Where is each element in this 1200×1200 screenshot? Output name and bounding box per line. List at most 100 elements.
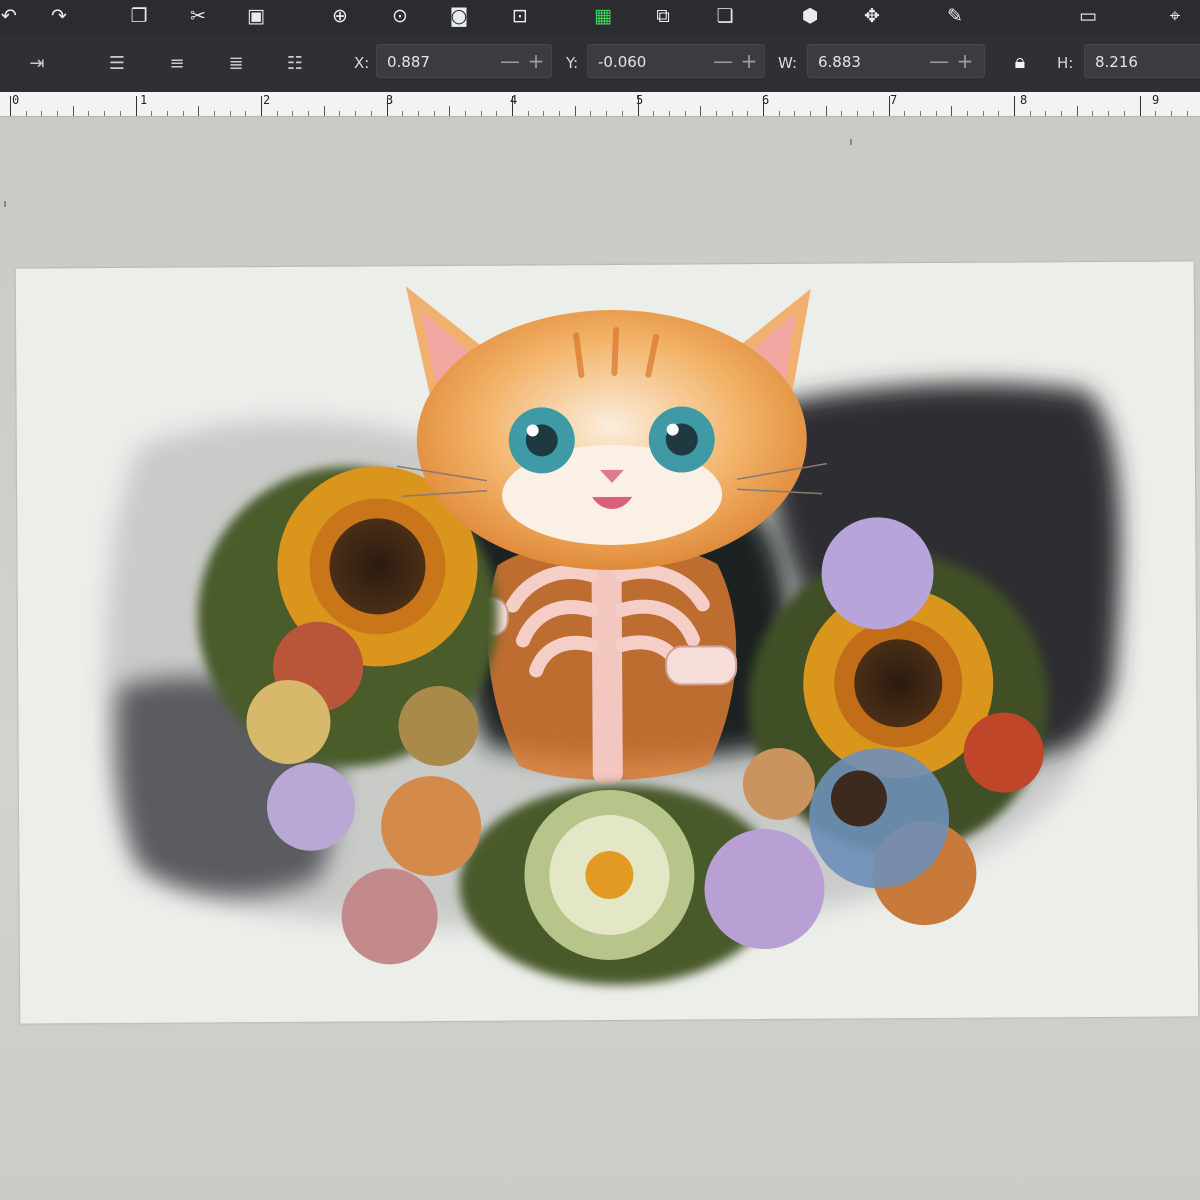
group-icon: ▦ xyxy=(594,4,612,27)
ruler-tick xyxy=(700,106,702,116)
ruler-tick xyxy=(935,111,937,116)
canvas-edge-mark xyxy=(4,201,6,207)
ruler-tick xyxy=(904,111,906,116)
toolbar-command[interactable]: ✎ xyxy=(940,2,970,30)
ruler-label: 7 xyxy=(890,93,898,107)
pen-icon: ✎ xyxy=(947,4,963,27)
ruler-tick xyxy=(339,111,341,116)
ruler-tick xyxy=(637,96,639,116)
toolbar-command[interactable]: ↷ xyxy=(44,2,74,30)
ruler-tick xyxy=(25,111,27,116)
text-icon: ▭ xyxy=(1079,4,1097,27)
ruler-tick xyxy=(261,96,262,116)
toolbar-command[interactable]: ⊡ xyxy=(505,2,535,30)
ruler-tick xyxy=(1014,96,1015,116)
ruler-tick xyxy=(684,111,686,116)
x-field: — + xyxy=(376,44,552,78)
toolbar-command[interactable]: ⊕ xyxy=(325,2,355,30)
w-input[interactable] xyxy=(816,50,920,74)
ruler-tick xyxy=(182,111,184,116)
command-bar: ↶ ↷ ❐ ✂ ▣ ⊕ ⊙ ◙ ⊡ ▦ ⧉ ❏ ⬢ ✥ ✎ ▭ ⌖ xyxy=(0,0,1200,35)
x-increment[interactable]: + xyxy=(525,49,547,73)
ruler-label: 0 xyxy=(12,93,20,107)
ruler-label: 8 xyxy=(1020,93,1028,107)
ruler-tick xyxy=(574,106,576,116)
lock-icon: 🔒︎ xyxy=(1014,49,1026,73)
ruler-tick xyxy=(1092,111,1094,116)
ruler-tick xyxy=(135,96,137,116)
control-button[interactable]: ≣ xyxy=(221,48,251,78)
y-increment[interactable]: + xyxy=(738,49,760,73)
toolbar-command[interactable]: ⊙ xyxy=(385,2,415,30)
ruler-tick xyxy=(151,111,153,116)
ruler-tick xyxy=(653,111,655,116)
zoom-selection-icon: ⊕ xyxy=(332,4,348,27)
lower-bottom-icon: ☷ xyxy=(286,52,304,74)
undo-icon: ↶ xyxy=(1,4,17,27)
ruler-tick xyxy=(1029,111,1031,116)
ruler-tick xyxy=(229,111,231,116)
toolbar-command[interactable]: ⬢ xyxy=(795,2,825,30)
transform-icon: ✥ xyxy=(864,4,880,27)
ruler-tick xyxy=(778,111,780,116)
y-input[interactable] xyxy=(596,50,700,74)
ruler-tick xyxy=(213,111,215,116)
ruler-tick xyxy=(951,106,953,116)
control-button[interactable]: ≡ xyxy=(162,48,192,78)
h-label: H: xyxy=(1057,54,1074,72)
ruler-tick xyxy=(998,111,1000,116)
w-field: — + xyxy=(807,44,985,78)
zoom-fit-icon: ⊡ xyxy=(512,4,528,27)
ruler-tick xyxy=(198,106,200,116)
ruler-tick xyxy=(417,111,419,116)
toolbar-command[interactable]: ❐ xyxy=(124,2,154,30)
ruler-tick xyxy=(590,111,592,116)
blue-flower xyxy=(809,748,950,889)
control-button[interactable]: ☷ xyxy=(280,48,310,78)
toolbar-command[interactable]: ▣ xyxy=(241,2,271,30)
toolbar-command[interactable]: ⌖ xyxy=(1160,2,1190,30)
y-decrement[interactable]: — xyxy=(712,49,734,73)
h-input[interactable] xyxy=(1093,50,1197,74)
toolbar-command[interactable]: ✂ xyxy=(183,2,213,30)
ruler-tick xyxy=(104,111,106,116)
ruler-tick xyxy=(919,111,921,116)
w-increment[interactable]: + xyxy=(954,49,976,73)
ruler-tick xyxy=(982,111,984,116)
toolbar-command[interactable]: ✥ xyxy=(857,2,887,30)
ruler-tick xyxy=(10,96,11,116)
flip-icon: ⇥ xyxy=(29,52,45,74)
ruler-tick xyxy=(323,106,325,116)
drawing-canvas[interactable] xyxy=(0,117,1200,1200)
lock-ratio-button[interactable]: 🔒︎ xyxy=(1005,46,1035,76)
ruler-tick xyxy=(57,111,59,116)
document-page[interactable] xyxy=(15,261,1199,1024)
control-button[interactable]: ☰ xyxy=(102,48,132,78)
cut-icon: ✂ xyxy=(190,4,206,27)
w-decrement[interactable]: — xyxy=(928,49,950,73)
ruler-tick xyxy=(621,111,623,116)
control-button[interactable]: ⇥ xyxy=(22,48,52,78)
raise-top-icon: ☰ xyxy=(108,52,126,74)
paste-icon: ▣ xyxy=(247,4,265,27)
cat-skeleton-artwork[interactable] xyxy=(16,261,1199,1023)
zoom-page-icon: ◙ xyxy=(449,4,469,27)
toolbar-command[interactable]: ▦ xyxy=(588,2,618,30)
ruler-tick xyxy=(245,111,247,116)
ruler-tick xyxy=(1045,111,1047,116)
ruler-tick xyxy=(825,106,827,116)
copy-icon: ❐ xyxy=(130,4,148,27)
x-decrement[interactable]: — xyxy=(499,49,521,73)
toolbar-command[interactable]: ◙ xyxy=(444,2,474,30)
y-field: — + xyxy=(587,44,765,78)
raise-icon: ≡ xyxy=(169,52,185,74)
ruler-tick xyxy=(512,96,513,116)
ruler-tick xyxy=(857,111,859,116)
x-input[interactable] xyxy=(385,50,489,74)
horizontal-ruler[interactable]: 0 1 2 3 4 5 6 7 8 9 xyxy=(0,92,1200,117)
toolbar-command[interactable]: ▭ xyxy=(1073,2,1103,30)
toolbar-command[interactable]: ❏ xyxy=(710,2,740,30)
toolbar-command[interactable]: ↶ xyxy=(0,2,24,30)
ruler-tick xyxy=(402,111,404,116)
toolbar-command[interactable]: ⧉ xyxy=(648,2,678,30)
